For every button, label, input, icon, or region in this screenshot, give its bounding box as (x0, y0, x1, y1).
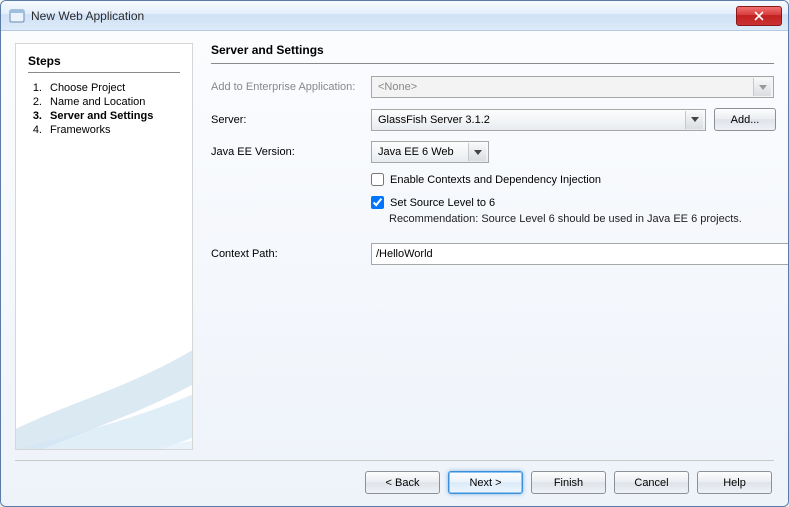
dialog-body: Steps 1. Choose Project 2. Name and Loca… (1, 31, 788, 506)
add-server-button[interactable]: Add... (714, 108, 776, 131)
cdi-label: Enable Contexts and Dependency Injection (390, 174, 601, 186)
javaee-label: Java EE Version: (211, 146, 363, 158)
window-title: New Web Application (31, 9, 736, 23)
step-choose-project: 1. Choose Project (28, 81, 180, 95)
help-button[interactable]: Help (697, 471, 772, 494)
next-button[interactable]: Next > (448, 471, 523, 494)
sourcelevel-checkbox[interactable] (371, 196, 384, 209)
enterprise-label: Add to Enterprise Application: (211, 81, 363, 93)
contextpath-label: Context Path: (211, 248, 363, 260)
form-grid: Add to Enterprise Application: <None> Se… (211, 76, 774, 265)
javaee-combo[interactable]: Java EE 6 Web (371, 141, 489, 163)
server-combo[interactable]: GlassFish Server 3.1.2 (371, 109, 706, 131)
steps-heading: Steps (28, 54, 180, 68)
divider (211, 63, 774, 64)
recommendation-text: Recommendation: Source Level 6 should be… (371, 213, 774, 225)
back-button[interactable]: < Back (365, 471, 440, 494)
main-panel: Server and Settings Add to Enterprise Ap… (211, 43, 774, 450)
step-name-location: 2. Name and Location (28, 95, 180, 109)
cdi-checkbox-row: Enable Contexts and Dependency Injection (371, 173, 774, 186)
step-frameworks: 4. Frameworks (28, 123, 180, 137)
button-bar: < Back Next > Finish Cancel Help (15, 460, 774, 496)
decorative-swoosh (15, 249, 193, 450)
chevron-down-icon (468, 143, 486, 161)
contextpath-input[interactable] (371, 243, 789, 265)
cdi-checkbox[interactable] (371, 173, 384, 186)
app-icon (9, 8, 25, 24)
enterprise-combo[interactable]: <None> (371, 76, 774, 98)
title-bar: New Web Application (1, 1, 788, 31)
steps-panel: Steps 1. Choose Project 2. Name and Loca… (15, 43, 193, 450)
close-icon (754, 11, 764, 21)
main-heading: Server and Settings (211, 43, 774, 57)
steps-list: 1. Choose Project 2. Name and Location 3… (28, 81, 180, 137)
content-row: Steps 1. Choose Project 2. Name and Loca… (15, 43, 774, 450)
step-server-settings: 3. Server and Settings (28, 109, 180, 123)
sourcelevel-checkbox-row: Set Source Level to 6 (371, 196, 774, 209)
sourcelevel-label: Set Source Level to 6 (390, 197, 495, 209)
chevron-down-icon (753, 78, 771, 96)
divider (28, 72, 180, 73)
finish-button[interactable]: Finish (531, 471, 606, 494)
server-label: Server: (211, 114, 363, 126)
chevron-down-icon (685, 111, 703, 129)
wizard-window: New Web Application Steps 1. Choose Proj… (0, 0, 789, 507)
cancel-button[interactable]: Cancel (614, 471, 689, 494)
close-button[interactable] (736, 6, 782, 26)
